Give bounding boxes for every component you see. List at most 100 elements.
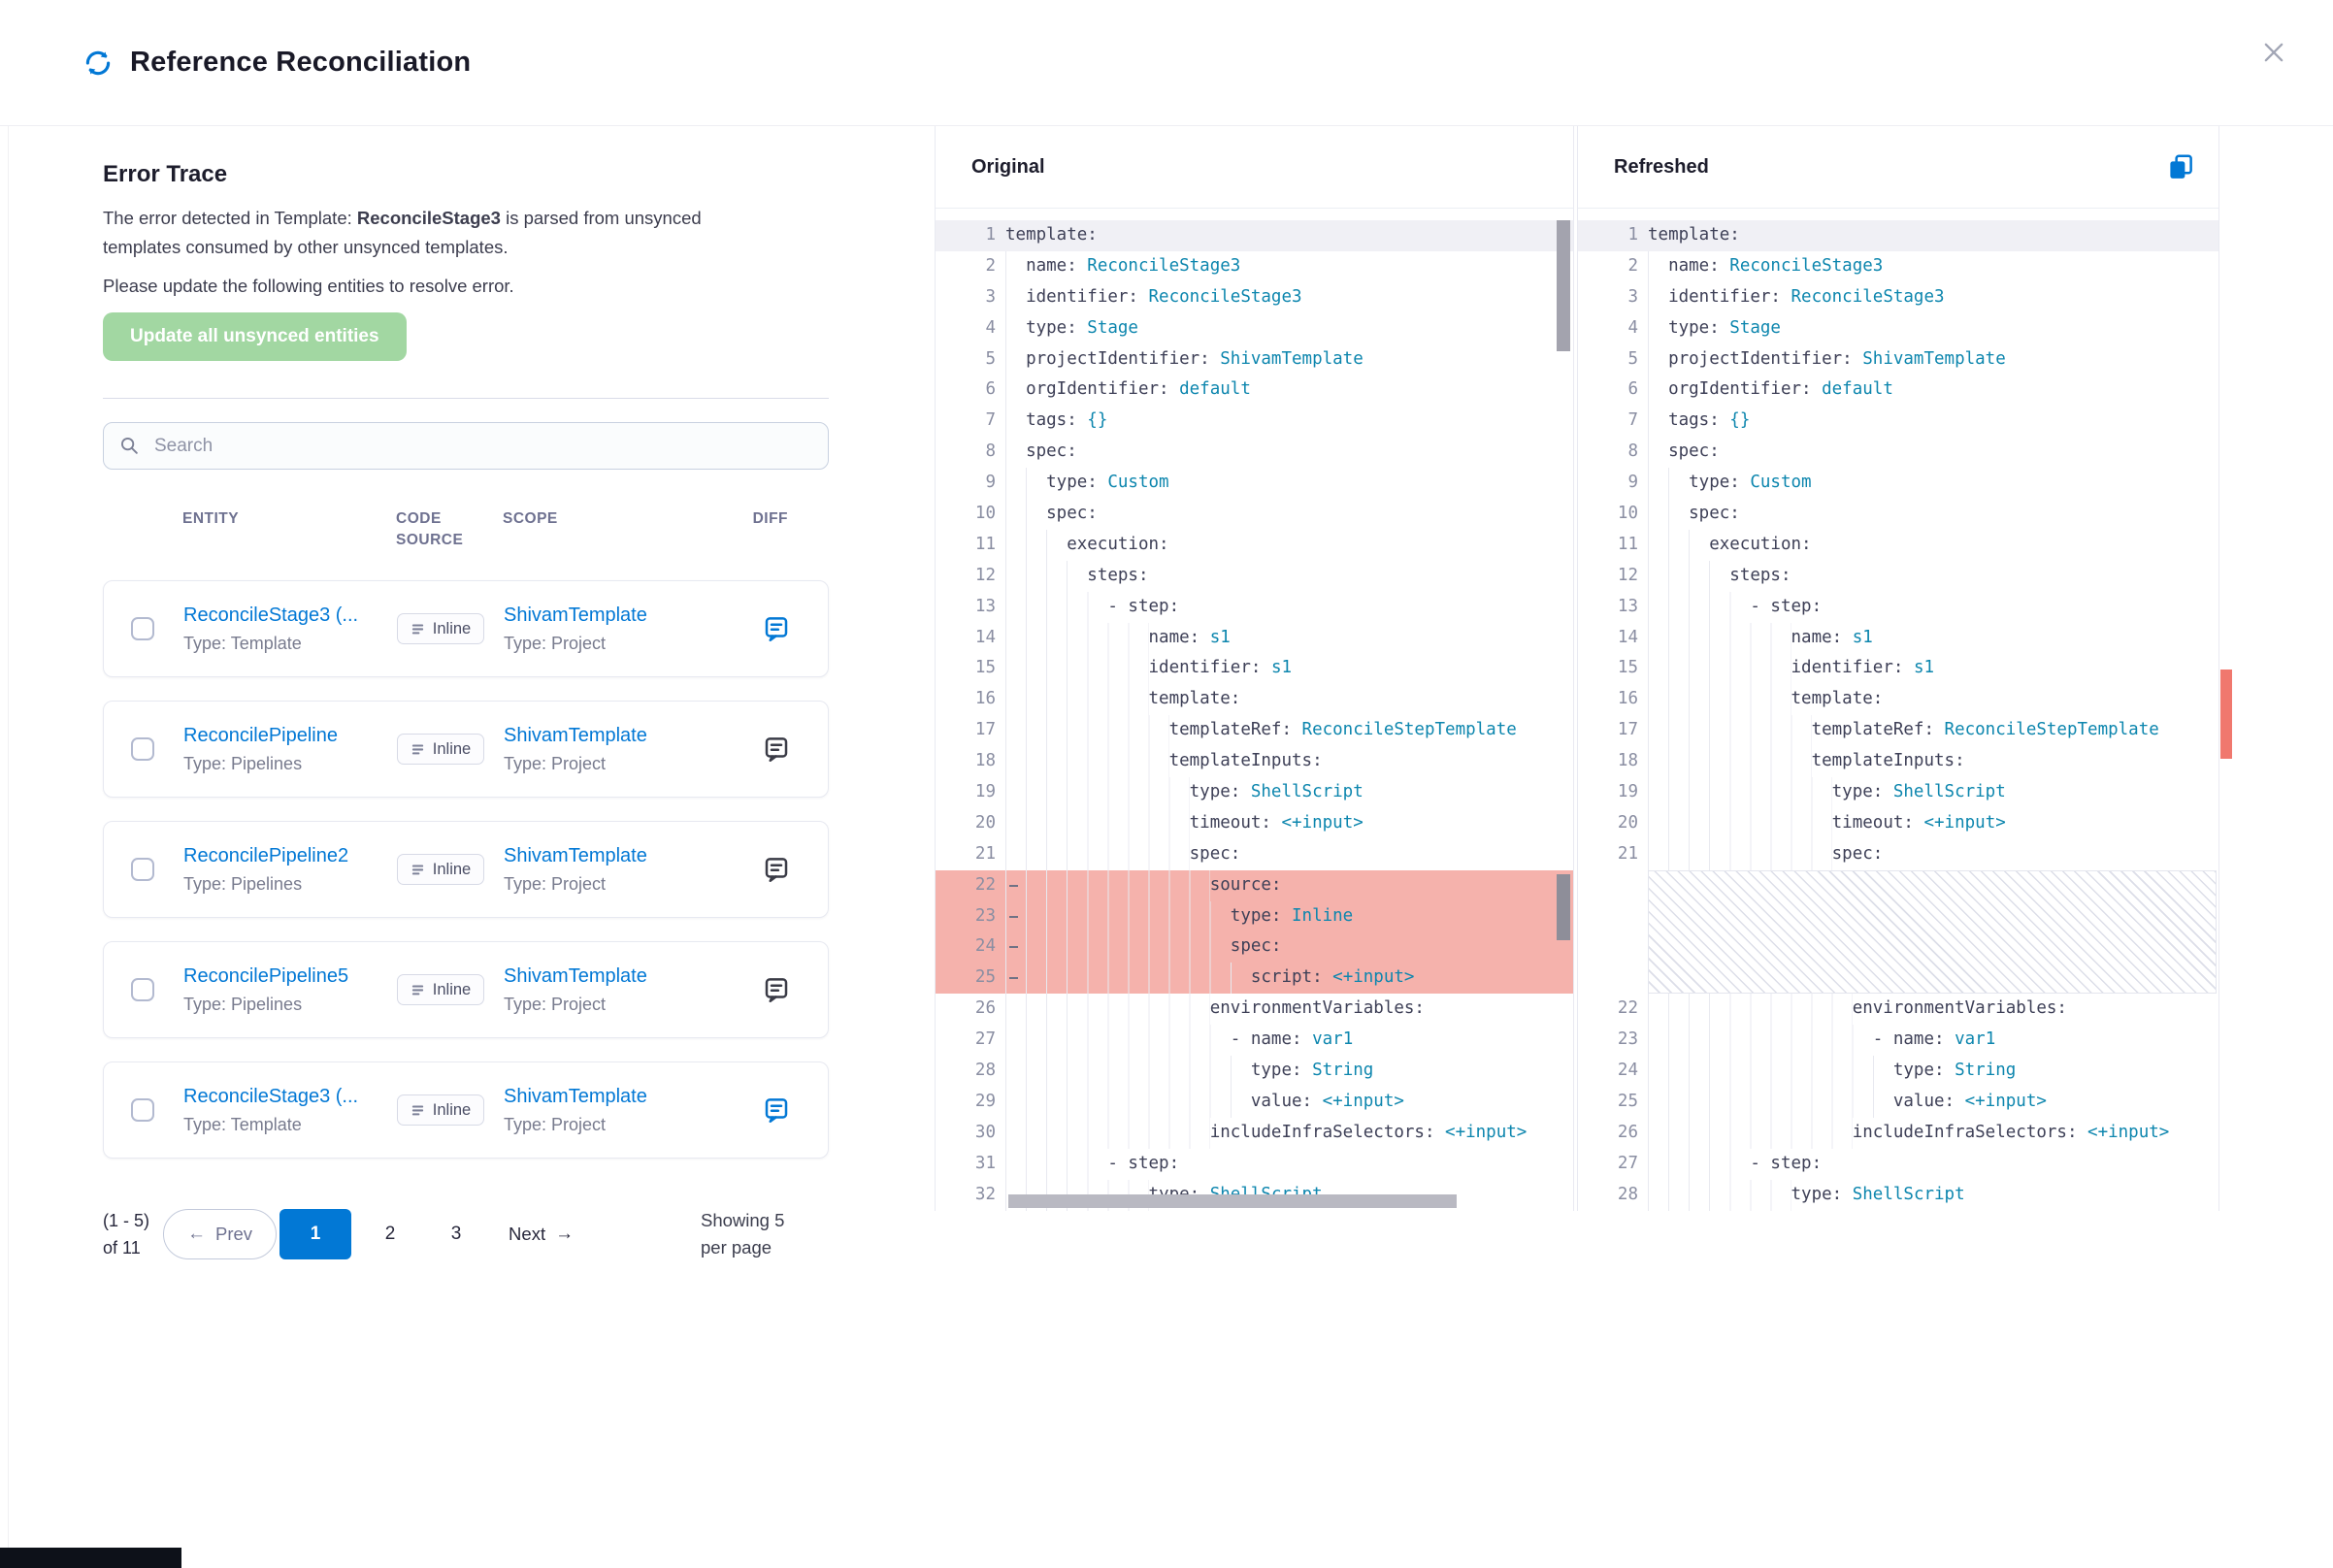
view-diff-icon[interactable] [762, 855, 791, 884]
view-diff-icon[interactable] [762, 614, 791, 643]
pagination: (1 - 5) of 11 ←Prev 123 Next→ Showing 5 … [103, 1207, 829, 1261]
refreshed-code-editor[interactable]: 1template:2name: ReconcileStage33identif… [1578, 209, 2218, 1211]
row-checkbox[interactable] [131, 617, 154, 640]
code-line: 16template: [936, 684, 1573, 715]
scope-type-label: Type: Project [504, 874, 717, 895]
code-source-badge: Inline [397, 854, 484, 885]
line-number: 3 [1578, 282, 1638, 313]
scope-link[interactable]: ShivamTemplate [504, 965, 717, 988]
close-button[interactable] [2259, 39, 2288, 68]
search-input[interactable] [103, 422, 829, 470]
line-number: 1 [1578, 220, 1638, 251]
line-number: 10 [936, 499, 996, 530]
row-checkbox[interactable] [131, 737, 154, 761]
close-icon [2260, 39, 2287, 66]
scope-link[interactable]: ShivamTemplate [504, 725, 717, 747]
entity-name-link[interactable]: ReconcilePipeline5 [183, 965, 378, 988]
entity-row[interactable]: ReconcileStage3 (...Type: TemplateInline… [103, 580, 829, 677]
page-button-3[interactable]: 3 [429, 1209, 483, 1259]
scope-type-label: Type: Project [504, 634, 717, 654]
entity-type-label: Type: Pipelines [183, 754, 378, 774]
line-number: 14 [1578, 623, 1638, 654]
modal-content: Error Trace The error detected in Templa… [0, 126, 2333, 1568]
line-number: 30 [936, 1118, 996, 1149]
line-number: 16 [936, 684, 996, 715]
entity-row[interactable]: ReconcilePipeline5 Type: Pipelines Inline S… [103, 941, 829, 1038]
update-all-unsynced-button[interactable]: Update all unsynced entities [103, 312, 407, 361]
line-number: 20 [936, 808, 996, 839]
line-number: 19 [1578, 777, 1638, 808]
line-number: 9 [936, 468, 996, 499]
copy-icon[interactable] [2166, 152, 2195, 181]
code-line: 3identifier: ReconcileStage3 [1578, 282, 2218, 313]
scope-type-label: Type: Project [504, 995, 717, 1015]
refreshed-panel-title: Refreshed [1614, 156, 1709, 179]
code-line: 12steps: [1578, 561, 2218, 592]
code-line: 31- step: [936, 1149, 1573, 1180]
deleted-line-tick [1009, 946, 1018, 948]
view-diff-icon[interactable] [762, 1095, 791, 1125]
line-number: 7 [1578, 406, 1638, 437]
error-trace-heading: Error Trace [103, 161, 829, 188]
line-number: 26 [1578, 1118, 1638, 1149]
row-checkbox[interactable] [131, 1098, 154, 1122]
line-number: 11 [1578, 530, 1638, 561]
page-button-2[interactable]: 2 [363, 1209, 417, 1259]
code-line: 20timeout: <+input> [936, 808, 1573, 839]
scope-link[interactable]: ShivamTemplate [504, 1086, 717, 1108]
refreshed-panel-header: Refreshed [1578, 126, 2218, 209]
line-number: 5 [936, 344, 996, 376]
code-line: 12steps: [936, 561, 1573, 592]
next-page-button[interactable]: Next→ [509, 1224, 574, 1245]
line-number: 7 [936, 406, 996, 437]
code-line: 30includeInfraSelectors: <+input> [936, 1118, 1573, 1149]
line-number: 32 [936, 1180, 996, 1211]
code-source-badge: Inline [397, 734, 484, 765]
entity-row[interactable]: ReconcilePipeline Type: Pipelines Inline Sh… [103, 701, 829, 798]
view-diff-icon[interactable] [762, 975, 791, 1004]
original-code-editor[interactable]: 1template:2name: ReconcileStage33identif… [936, 209, 1573, 1211]
column-header-diff: DIFF [753, 508, 829, 530]
line-number: 3 [936, 282, 996, 313]
inline-source-icon [411, 622, 425, 637]
search-icon [119, 436, 140, 456]
code-line: 5projectIdentifier: ShivamTemplate [936, 344, 1573, 376]
entity-name-link[interactable]: ReconcileStage3 (... [183, 604, 378, 627]
entity-name-link[interactable]: ReconcilePipeline2 [183, 845, 378, 867]
entity-name-link[interactable]: ReconcileStage3 (... [183, 1086, 378, 1108]
code-line: 3identifier: ReconcileStage3 [936, 282, 1573, 313]
line-number: 27 [1578, 1149, 1638, 1180]
entity-name-link[interactable]: ReconcilePipeline [183, 725, 378, 747]
entity-type-label: Type: Pipelines [183, 995, 378, 1015]
line-number: 20 [1578, 808, 1638, 839]
entity-row[interactable]: ReconcilePipeline2Type: PipelinesInlineS… [103, 821, 829, 918]
code-line: 17templateRef: ReconcileStepTemplate [936, 715, 1573, 746]
code-line: 25script: <+input> [936, 963, 1573, 994]
vertical-scrollbar-thumb[interactable] [1557, 220, 1570, 351]
line-number: 6 [1578, 375, 1638, 406]
code-line: 4type: Stage [936, 313, 1573, 344]
code-source-badge: Inline [397, 613, 484, 644]
code-line: 1template: [936, 220, 1573, 251]
page-button-1[interactable]: 1 [279, 1209, 351, 1259]
code-line: 26includeInfraSelectors: <+input> [1578, 1118, 2218, 1149]
scope-link[interactable]: ShivamTemplate [504, 845, 717, 867]
horizontal-scrollbar-thumb[interactable] [1008, 1194, 1457, 1208]
entity-row[interactable]: ReconcileStage3 (...Type: TemplateInline… [103, 1062, 829, 1159]
entity-table-body: ReconcileStage3 (...Type: TemplateInline… [103, 580, 829, 1159]
scope-link[interactable]: ShivamTemplate [504, 604, 717, 627]
code-line: 11execution: [1578, 530, 2218, 561]
code-source-label: Inline [433, 620, 471, 638]
row-checkbox[interactable] [131, 858, 154, 881]
line-number: 4 [936, 313, 996, 344]
code-line: 17templateRef: ReconcileStepTemplate [1578, 715, 2218, 746]
search-box [103, 422, 829, 470]
arrow-left-icon: ← [187, 1224, 206, 1245]
line-number: 23 [1578, 1025, 1638, 1056]
view-diff-icon[interactable] [762, 735, 791, 764]
prev-page-button[interactable]: ←Prev [163, 1209, 277, 1259]
code-line: 6orgIdentifier: default [936, 375, 1573, 406]
line-number: 28 [1578, 1180, 1638, 1211]
row-checkbox[interactable] [131, 978, 154, 1001]
code-source-badge: Inline [397, 974, 484, 1005]
